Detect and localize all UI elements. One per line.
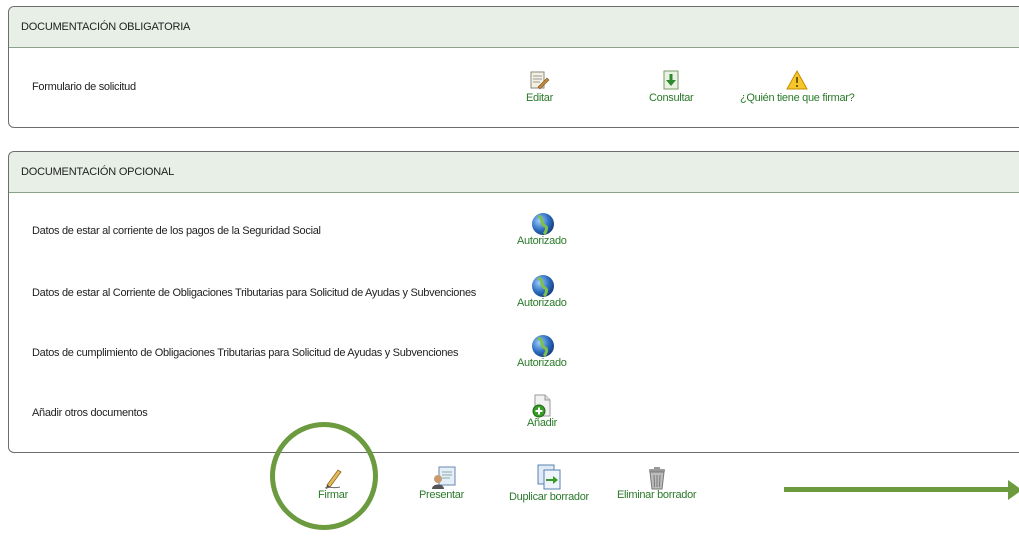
duplicate-icon (535, 464, 563, 490)
list-item: Formulario de solicitud Editar Consultar… (9, 47, 1019, 127)
delete-draft-label: Eliminar borrador (617, 489, 697, 501)
download-icon (660, 69, 682, 91)
optional-docs-panel: DOCUMENTACIÓN OPCIONAL Datos de estar al… (8, 151, 1019, 453)
trash-icon (646, 466, 668, 490)
submit-label: Presentar (419, 489, 464, 501)
authorized-globe-icon (531, 212, 554, 236)
present-icon (431, 466, 455, 489)
who-signs-button[interactable]: ¿Quién tiene que firmar? (740, 69, 855, 104)
delete-draft-button[interactable]: Eliminar borrador (617, 466, 697, 501)
add-document-icon (531, 394, 553, 418)
authorized-button[interactable]: Autorizado (517, 274, 567, 309)
doc-label: Datos de estar al corriente de los pagos… (32, 225, 321, 237)
mandatory-docs-panel: DOCUMENTACIÓN OBLIGATORIA Formulario de … (8, 6, 1019, 128)
arrow-line (784, 487, 1010, 492)
authorized-label: Autorizado (517, 357, 567, 369)
highlight-circle (270, 422, 378, 530)
view-label: Consultar (649, 92, 694, 104)
list-item: Añadir otros documentos Añadir (9, 390, 1019, 430)
mandatory-docs-title: DOCUMENTACIÓN OBLIGATORIA (9, 7, 1019, 48)
arrow-head-icon (1008, 480, 1019, 500)
edit-icon (528, 69, 550, 91)
authorized-button[interactable]: Autorizado (517, 212, 567, 247)
authorized-globe-icon (531, 274, 554, 298)
view-button[interactable]: Consultar (649, 69, 694, 104)
authorized-label: Autorizado (517, 297, 567, 309)
doc-label: Datos de cumplimiento de Obligaciones Tr… (32, 347, 459, 359)
add-document-button[interactable]: Añadir (527, 394, 557, 429)
authorized-button[interactable]: Autorizado (517, 334, 567, 369)
add-label: Añadir (527, 417, 557, 429)
list-item: Datos de estar al corriente de los pagos… (9, 208, 1019, 248)
submit-button[interactable]: Presentar (419, 466, 464, 501)
list-item: Datos de estar al Corriente de Obligacio… (9, 270, 1019, 310)
edit-button[interactable]: Editar (526, 69, 553, 104)
doc-label: Datos de estar al Corriente de Obligacio… (32, 287, 476, 299)
authorized-globe-icon (531, 334, 554, 358)
warning-icon (786, 69, 809, 91)
edit-label: Editar (526, 92, 553, 104)
authorized-label: Autorizado (517, 235, 567, 247)
optional-docs-title: DOCUMENTACIÓN OPCIONAL (9, 152, 1019, 193)
duplicate-draft-button[interactable]: Duplicar borrador (509, 464, 589, 503)
doc-label-solicitud: Formulario de solicitud (32, 81, 136, 93)
duplicate-draft-label: Duplicar borrador (509, 491, 589, 503)
list-item: Datos de cumplimiento de Obligaciones Tr… (9, 330, 1019, 370)
doc-label: Añadir otros documentos (32, 407, 148, 419)
who-signs-label: ¿Quién tiene que firmar? (740, 92, 855, 104)
